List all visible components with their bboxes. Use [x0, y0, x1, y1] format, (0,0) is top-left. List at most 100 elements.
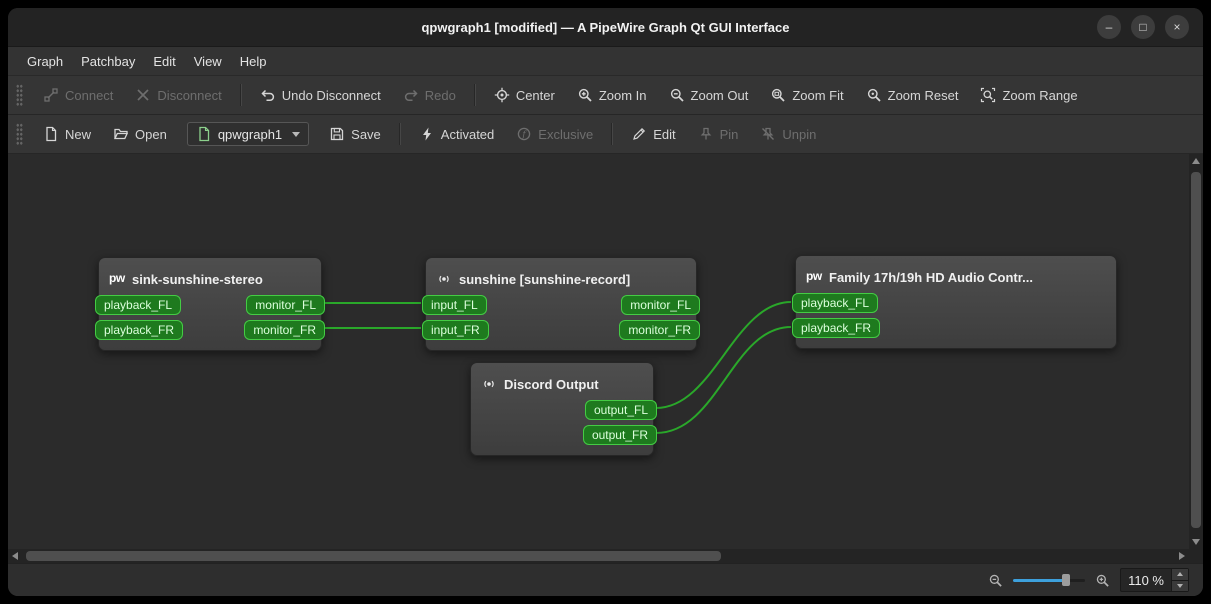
minimize-button[interactable]: – [1097, 15, 1121, 39]
port-playback-fl[interactable]: playback_FL [95, 294, 182, 315]
menu-help[interactable]: Help [231, 47, 276, 75]
node-sink-sunshine-stereo[interactable]: pw sink-sunshine-stereo playback_FL moni… [95, 257, 325, 351]
vertical-scrollbar-thumb[interactable] [1191, 172, 1201, 528]
pencil-icon [633, 127, 646, 140]
toolbar-drag-handle[interactable] [16, 84, 23, 106]
zoom-spin-down-button[interactable] [1172, 580, 1188, 591]
open-button[interactable]: Open [103, 120, 177, 148]
port-monitor-fr[interactable]: monitor_FR [244, 319, 325, 340]
node-title: sunshine [sunshine-record] [459, 271, 631, 287]
zoom-in-button[interactable]: Zoom In [567, 81, 657, 109]
port-output-fr[interactable]: output_FR [582, 424, 657, 445]
pipewire-icon: pw [109, 271, 125, 285]
node-title: Discord Output [504, 376, 599, 392]
port-row: playback_FL [792, 290, 1116, 315]
open-label: Open [135, 126, 167, 142]
disconnect-button[interactable]: Disconnect [125, 81, 231, 109]
exclusive-icon: f [518, 127, 531, 141]
maximize-button[interactable]: □ [1131, 15, 1155, 39]
connect-icon [44, 88, 58, 102]
zoom-spin-up-button[interactable] [1172, 569, 1188, 581]
port-monitor-fr[interactable]: monitor_FR [619, 319, 700, 340]
node-header: pw sink-sunshine-stereo [99, 266, 321, 292]
node-header: sunshine [sunshine-record] [426, 266, 696, 292]
zoom-fit-button[interactable]: Zoom Fit [760, 81, 853, 109]
pin-label: Pin [719, 126, 739, 142]
port-playback-fr[interactable]: playback_FR [95, 319, 184, 340]
menu-view[interactable]: View [185, 47, 231, 75]
save-button[interactable]: Save [319, 120, 391, 148]
statusbar: 110 % [8, 563, 1203, 596]
app-window: qpwgraph1 [modified] — A PipeWire Graph … [8, 8, 1203, 596]
zoom-out-icon [989, 574, 1002, 587]
menu-graph[interactable]: Graph [18, 47, 72, 75]
port-row: playback_FR [792, 315, 1116, 340]
lightning-icon [422, 127, 431, 141]
connect-button[interactable]: Connect [33, 81, 123, 109]
stream-icon [484, 380, 494, 388]
unpin-button[interactable]: Unpin [750, 120, 826, 148]
graph-canvas[interactable]: pw sink-sunshine-stereo playback_FL moni… [8, 154, 1189, 549]
port-playback-fl[interactable]: playback_FL [792, 292, 879, 313]
vertical-scrollbar[interactable] [1189, 154, 1203, 549]
zoom-in-label: Zoom In [598, 87, 647, 103]
graph-toolbar: Connect Disconnect Undo Disconnect Redo [8, 76, 1203, 115]
port-input-fl[interactable]: input_FL [422, 294, 487, 315]
zoom-in-icon [578, 88, 592, 102]
close-button[interactable]: × [1165, 15, 1189, 39]
new-file-icon [46, 126, 57, 142]
toolbar-separator [611, 123, 614, 145]
port-monitor-fl[interactable]: monitor_FL [246, 294, 325, 315]
scroll-down-arrow-icon[interactable] [1192, 539, 1200, 545]
zoom-range-button[interactable]: Zoom Range [970, 81, 1087, 109]
activated-label: Activated [440, 126, 495, 142]
zoom-spinbox[interactable]: 110 % [1120, 568, 1189, 592]
port-row: output_FL [471, 397, 657, 422]
menu-edit[interactable]: Edit [144, 47, 184, 75]
patchbay-combo[interactable]: qpwgraph1 [186, 122, 310, 146]
zoom-out-button[interactable]: Zoom Out [659, 81, 759, 109]
activated-button[interactable]: Activated [409, 120, 504, 148]
edit-button[interactable]: Edit [621, 120, 685, 148]
menu-patchbay[interactable]: Patchbay [72, 47, 144, 75]
disconnect-icon [137, 89, 150, 101]
exclusive-label: Exclusive [538, 126, 594, 142]
scroll-left-arrow-icon[interactable] [12, 552, 18, 560]
center-button[interactable]: Center [484, 81, 565, 109]
save-label: Save [351, 126, 381, 142]
horizontal-scrollbar[interactable] [8, 549, 1189, 563]
horizontal-scrollbar-thumb[interactable] [26, 551, 721, 561]
node-sunshine-record[interactable]: sunshine [sunshine-record] input_FL moni… [422, 257, 700, 351]
edit-label: Edit [653, 126, 676, 142]
down-arrow-icon [1177, 583, 1183, 588]
toolbar-drag-handle[interactable] [16, 123, 23, 145]
port-row: playback_FL monitor_FL [95, 292, 325, 317]
pin-button[interactable]: Pin [688, 120, 749, 148]
port-playback-fr[interactable]: playback_FR [792, 317, 881, 338]
connection-lines [323, 301, 792, 434]
node-discord-output[interactable]: Discord Output output_FL output_FR [470, 362, 657, 456]
zoom-slider-fill [1013, 579, 1066, 582]
exclusive-button[interactable]: f Exclusive [506, 120, 603, 148]
up-arrow-icon [1177, 572, 1183, 577]
scroll-right-arrow-icon[interactable] [1179, 552, 1185, 560]
zoom-reset-button[interactable]: Zoom Reset [856, 81, 969, 109]
redo-label: Redo [424, 87, 456, 103]
port-output-fl[interactable]: output_FL [584, 399, 657, 420]
redo-button[interactable]: Redo [393, 81, 466, 109]
new-button[interactable]: New [33, 120, 101, 148]
undo-disconnect-button[interactable]: Undo Disconnect [250, 81, 391, 109]
zoom-reset-icon [867, 88, 881, 102]
port-row: input_FR monitor_FR [422, 317, 700, 342]
zoom-slider[interactable] [1013, 573, 1086, 587]
chevron-down-icon [292, 131, 301, 137]
port-monitor-fl[interactable]: monitor_FL [621, 294, 700, 315]
center-label: Center [515, 87, 555, 103]
stream-icon [439, 275, 449, 283]
zoom-slider-handle[interactable] [1062, 574, 1071, 586]
node-family-hd-audio[interactable]: pw Family 17h/19h HD Audio Contr... play… [792, 255, 1117, 349]
zoom-value[interactable]: 110 % [1121, 569, 1171, 591]
scroll-up-arrow-icon[interactable] [1192, 158, 1200, 164]
toolbar-separator [398, 123, 401, 145]
port-input-fr[interactable]: input_FR [422, 319, 489, 340]
